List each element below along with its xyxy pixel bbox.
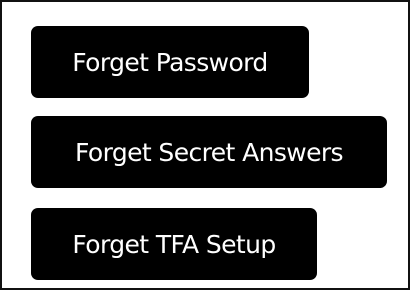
forget-secret-answers-button[interactable]: Forget Secret Answers <box>31 116 387 188</box>
forget-tfa-setup-button[interactable]: Forget TFA Setup <box>31 208 317 280</box>
forget-password-button[interactable]: Forget Password <box>31 26 309 98</box>
recovery-options-panel: Forget Password Forget Secret Answers Fo… <box>0 0 410 290</box>
